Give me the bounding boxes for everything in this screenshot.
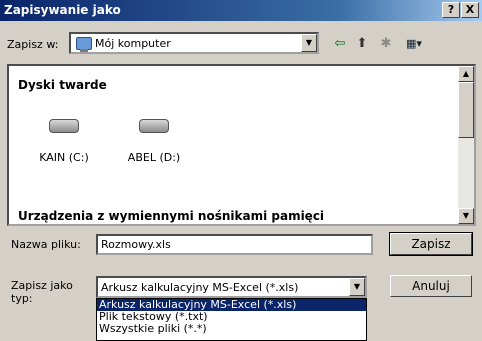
filename-label: Nazwa pliku: [11, 238, 81, 251]
help-button[interactable]: ? [442, 2, 460, 18]
window-title: Zapisywanie jako [4, 3, 121, 17]
scroll-down-icon[interactable]: ▼ [458, 208, 474, 224]
drive-item[interactable]: ABEL (D:) [119, 119, 189, 164]
title-bar: Zapisywanie jako ? X [0, 0, 482, 21]
filename-input[interactable]: Rozmowy.xls [96, 234, 373, 255]
filetype-dropdown-list[interactable]: Arkusz kalkulacyjny MS-Excel (*.xls) Pli… [96, 298, 367, 341]
file-list[interactable]: Dyski twarde KAIN (C:) ABEL (D:) Urządze… [7, 64, 476, 226]
back-arrow-icon[interactable]: ⇦ [331, 35, 349, 52]
look-in-value: Mój komputer [95, 37, 171, 50]
filetype-label: Zapisz jako typ: [11, 279, 73, 305]
section-hard-drives: Dyski twarde [18, 78, 107, 92]
scroll-up-icon[interactable]: ▲ [458, 66, 474, 82]
hard-drive-icon [139, 119, 169, 133]
new-folder-icon[interactable]: ✱ [377, 35, 395, 52]
section-removable: Urządzenia z wymiennymi nośnikami pamięc… [18, 209, 325, 223]
chevron-down-icon[interactable]: ▼ [349, 278, 365, 296]
filetype-value: Arkusz kalkulacyjny MS-Excel (*.xls) [101, 281, 299, 294]
filetype-combo[interactable]: Arkusz kalkulacyjny MS-Excel (*.xls) ▼ [96, 276, 367, 298]
close-button[interactable]: X [461, 2, 479, 18]
hard-drive-icon [49, 119, 79, 133]
vertical-scrollbar[interactable]: ▲ ▼ [458, 66, 474, 224]
drive-item[interactable]: KAIN (C:) [29, 119, 99, 164]
dropdown-option[interactable]: Wszystkie pliki (*.*) [97, 323, 366, 335]
drive-label: KAIN (C:) [39, 151, 89, 164]
computer-icon [76, 37, 92, 52]
look-in-label: Zapisz w: [7, 38, 59, 51]
drive-label: ABEL (D:) [127, 151, 181, 164]
look-in-combo[interactable]: Mój komputer ▼ [69, 32, 319, 54]
cancel-button[interactable]: Anuluj [390, 275, 472, 297]
chevron-down-icon[interactable]: ▼ [301, 34, 317, 52]
scroll-thumb[interactable] [458, 82, 474, 138]
save-button[interactable]: Zapisz [389, 232, 473, 256]
views-menu-icon[interactable]: ▦▾ [400, 35, 428, 52]
up-folder-icon[interactable]: ⬆ [353, 35, 371, 52]
